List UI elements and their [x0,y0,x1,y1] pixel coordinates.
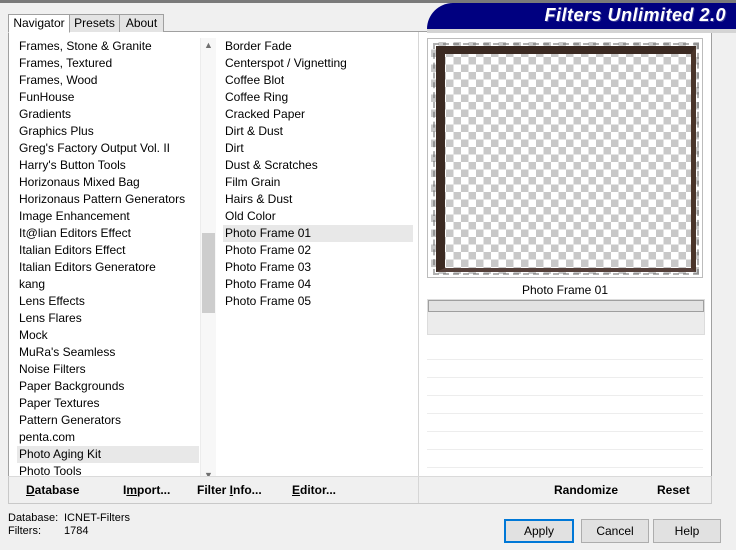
category-list-item[interactable]: MuRa's Seamless [17,344,199,361]
category-list-item[interactable]: Frames, Stone & Granite [17,38,199,55]
category-list-item[interactable]: Paper Backgrounds [17,378,199,395]
preview-photo-frame [436,46,696,272]
status-filters-value: 1784 [64,525,89,537]
tab-presets[interactable]: Presets [69,14,120,32]
filter-list-item[interactable]: Dust & Scratches [223,157,413,174]
status-database-label: Database: [8,512,59,524]
scroll-up-icon[interactable]: ▲ [201,38,216,53]
category-list-item[interactable]: Italian Editors Effect [17,242,199,259]
filter-list-item[interactable]: Border Fade [223,38,413,55]
parameter-row [427,396,703,414]
filter-list-item[interactable]: Coffee Ring [223,89,413,106]
parameter-row [427,342,703,360]
filter-list-item[interactable]: Film Grain [223,174,413,191]
filter-list-item[interactable]: Cracked Paper [223,106,413,123]
filter-list-item[interactable]: Photo Frame 01 [223,225,413,242]
filter-list-item[interactable]: Coffee Blot [223,72,413,89]
toolbar-import--button[interactable]: Import... [123,481,170,499]
help-button[interactable]: Help [653,519,721,543]
category-list-item[interactable]: Lens Flares [17,310,199,327]
tab-strip: Navigator Presets About [8,14,460,33]
category-list-item[interactable]: It@lian Editors Effect [17,225,199,242]
category-list-item[interactable]: Photo Aging Kit [17,446,199,463]
category-list-item[interactable]: penta.com [17,429,199,446]
category-list-item[interactable]: FunHouse [17,89,199,106]
category-list-item[interactable]: Graphics Plus [17,123,199,140]
filters-unlimited-window: Filters Unlimited 2.0 Navigator Presets Ab… [0,0,736,550]
tab-navigator[interactable]: Navigator [8,14,70,33]
parameter-row [427,450,703,468]
app-banner: Filters Unlimited 2.0 [427,3,736,29]
status-database-row: Database: ICNET-Filters [8,512,130,525]
filter-list-item[interactable]: Photo Frame 02 [223,242,413,259]
apply-button[interactable]: Apply [504,519,574,543]
panel-divider [418,32,419,502]
status-filters-label: Filters: [8,525,41,537]
category-list-item[interactable]: Frames, Textured [17,55,199,72]
cancel-button[interactable]: Cancel [581,519,649,543]
parameter-rows [427,342,703,492]
category-list-scrollbar[interactable]: ▲ ▼ [200,38,216,483]
category-list-item[interactable]: kang [17,276,199,293]
preview-checkerboard [431,42,699,275]
parameter-row [427,432,703,450]
category-list-item[interactable]: Pattern Generators [17,412,199,429]
status-filters-row: Filters: 1784 [8,525,130,538]
status-area: Database: ICNET-Filters Filters: 1784 [8,512,130,538]
parameter-slider-block[interactable] [427,299,705,335]
filter-list-item[interactable]: Dirt & Dust [223,123,413,140]
category-list-item[interactable]: Image Enhancement [17,208,199,225]
toolbar-divider [418,477,419,503]
filter-list-item[interactable]: Photo Frame 04 [223,276,413,293]
toolbar-database-button[interactable]: Database [26,481,79,499]
category-list-item[interactable]: Greg's Factory Output Vol. II [17,140,199,157]
tab-about[interactable]: About [119,14,164,32]
parameter-row [427,414,703,432]
category-list-item[interactable]: Paper Textures [17,395,199,412]
filter-list-item[interactable]: Centerspot / Vignetting [223,55,413,72]
banner-underline [427,29,736,33]
category-list[interactable]: Frames, Stone & Granite Frames, Textured F… [17,38,199,483]
parameter-row [427,360,703,378]
category-list-item[interactable]: Italian Editors Generatore [17,259,199,276]
bottom-toolbar: Database Import... Filter Info... Editor...… [8,476,712,504]
category-list-item[interactable]: Gradients [17,106,199,123]
category-list-item[interactable]: Horizonaus Mixed Bag [17,174,199,191]
preview-frame-speckle [433,43,699,275]
category-list-item[interactable]: Frames, Wood [17,72,199,89]
toolbar-randomize-button[interactable]: Randomize [554,481,618,499]
filter-list[interactable]: Border Fade Centerspot / Vignetting Coffee… [223,38,413,483]
category-list-item[interactable]: Mock [17,327,199,344]
parameter-slider-track[interactable] [428,300,704,312]
toolbar-filter-info--button[interactable]: Filter Info... [197,481,262,499]
filter-list-item[interactable]: Photo Frame 05 [223,293,413,310]
category-list-item[interactable]: Horizonaus Pattern Generators [17,191,199,208]
toolbar-editor--button[interactable]: Editor... [292,481,336,499]
app-title: Filters Unlimited 2.0 [544,5,726,25]
filter-list-item[interactable]: Photo Frame 03 [223,259,413,276]
parameter-row [427,378,703,396]
toolbar-reset-button[interactable]: Reset [657,481,690,499]
filter-list-item[interactable]: Dirt [223,140,413,157]
status-database-value: ICNET-Filters [64,512,130,524]
filter-list-item[interactable]: Hairs & Dust [223,191,413,208]
preview-caption: Photo Frame 01 [521,283,609,297]
main-panel: Frames, Stone & Granite Frames, Textured F… [8,31,712,503]
scrollbar-thumb[interactable] [202,233,215,313]
category-list-item[interactable]: Harry's Button Tools [17,157,199,174]
filter-list-item[interactable]: Old Color [223,208,413,225]
category-list-item[interactable]: Lens Effects [17,293,199,310]
category-list-item[interactable]: Noise Filters [17,361,199,378]
preview-box[interactable] [427,38,703,278]
